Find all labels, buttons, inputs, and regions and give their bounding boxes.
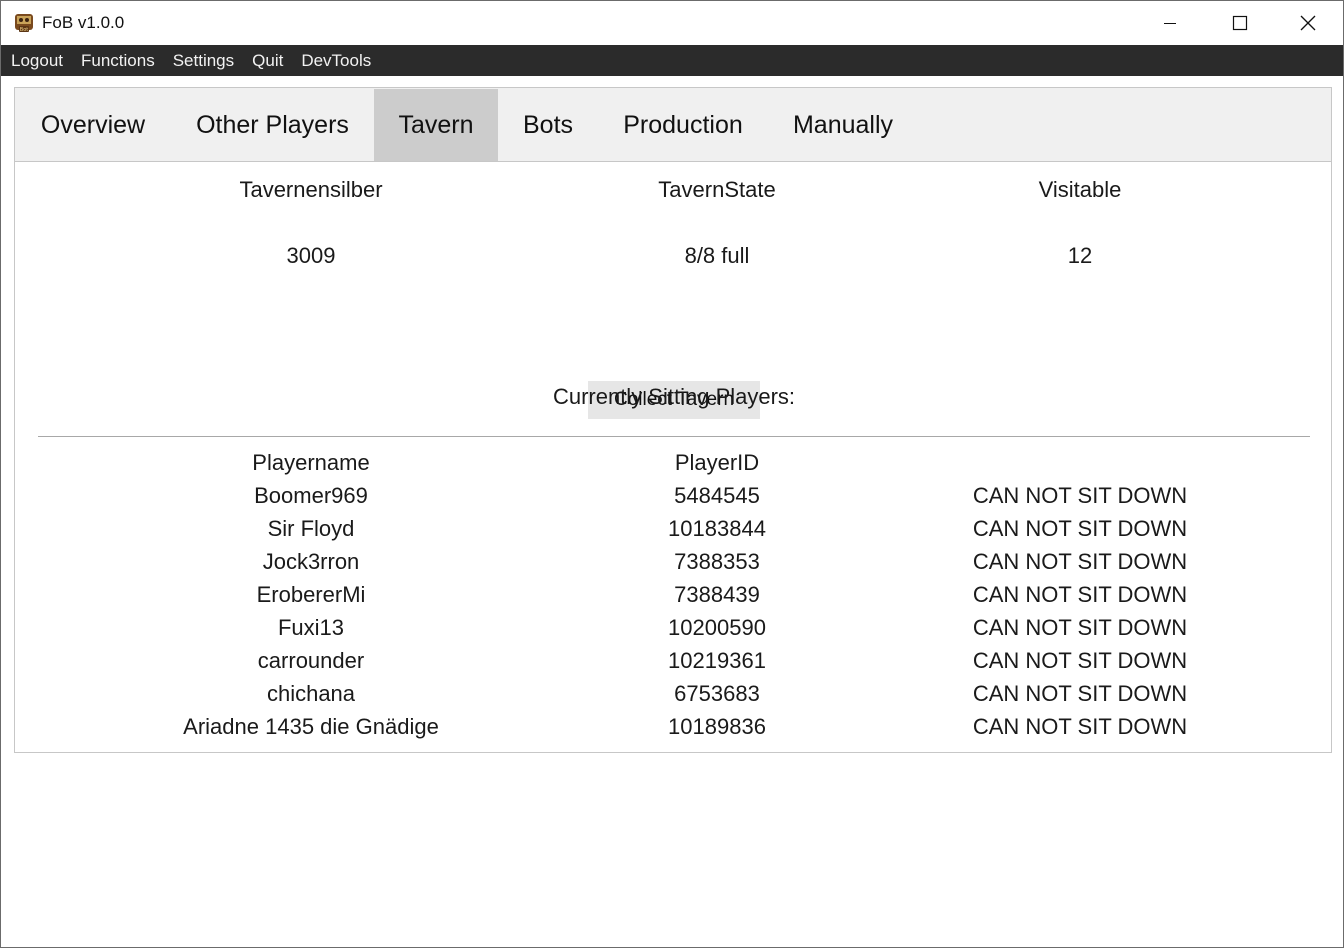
- menu-logout[interactable]: Logout: [2, 45, 72, 76]
- tab-other-players[interactable]: Other Players: [171, 89, 374, 161]
- tab-manually[interactable]: Manually: [768, 89, 918, 161]
- player-name: chichana: [266, 681, 356, 706]
- minimize-icon: [1164, 23, 1176, 24]
- player-id: 7388353: [674, 549, 760, 574]
- value-tavernensilber: 3009: [286, 243, 336, 268]
- menu-bar: Logout Functions Settings Quit DevTools: [1, 45, 1343, 76]
- player-id: 7388439: [674, 582, 760, 607]
- player-status: CAN NOT SIT DOWN: [972, 714, 1188, 739]
- window-title: FoB v1.0.0: [42, 13, 125, 32]
- tab-bots[interactable]: Bots: [498, 89, 598, 161]
- tab-production[interactable]: Production: [598, 89, 768, 161]
- close-icon: [1300, 15, 1316, 31]
- menu-functions[interactable]: Functions: [72, 45, 164, 76]
- player-status: CAN NOT SIT DOWN: [972, 681, 1188, 706]
- player-name: carrounder: [257, 648, 365, 673]
- column-header-playerid: PlayerID: [674, 450, 760, 475]
- minimize-button[interactable]: [1135, 1, 1205, 45]
- menu-settings[interactable]: Settings: [164, 45, 243, 76]
- player-status: CAN NOT SIT DOWN: [972, 549, 1188, 574]
- column-header-playername: Playername: [252, 450, 370, 475]
- tavern-content: Tavernensilber TavernState Visitable 300…: [15, 162, 1331, 752]
- player-status: CAN NOT SIT DOWN: [972, 648, 1188, 673]
- player-id: 10219361: [668, 648, 766, 673]
- player-name: Jock3rron: [262, 549, 360, 574]
- player-id: 6753683: [674, 681, 760, 706]
- app-window: Bot FoB v1.0.0 Logout Functions Settings…: [0, 0, 1344, 948]
- menu-quit[interactable]: Quit: [243, 45, 292, 76]
- tab-bar: Overview Other Players Tavern Bots Produ…: [15, 88, 1331, 162]
- sitting-players-title: Currently Sitting Players:: [552, 384, 796, 409]
- player-id: 10183844: [668, 516, 766, 541]
- tab-overview[interactable]: Overview: [15, 89, 171, 161]
- header-visitable: Visitable: [1038, 177, 1122, 202]
- player-id: 10189836: [668, 714, 766, 739]
- header-tavernensilber: Tavernensilber: [239, 177, 383, 202]
- divider: [38, 436, 1310, 437]
- player-status: CAN NOT SIT DOWN: [972, 615, 1188, 640]
- menu-devtools[interactable]: DevTools: [292, 45, 380, 76]
- player-name: Boomer969: [254, 483, 368, 508]
- player-name: Ariadne 1435 die Gnädige: [183, 714, 439, 739]
- player-name: Fuxi13: [277, 615, 345, 640]
- value-tavernstate: 8/8 full: [684, 243, 750, 268]
- player-status: CAN NOT SIT DOWN: [972, 516, 1188, 541]
- player-id: 10200590: [668, 615, 766, 640]
- player-name: Sir Floyd: [267, 516, 355, 541]
- value-visitable: 12: [1067, 243, 1093, 268]
- player-status: CAN NOT SIT DOWN: [972, 483, 1188, 508]
- player-status: CAN NOT SIT DOWN: [972, 582, 1188, 607]
- title-bar[interactable]: Bot FoB v1.0.0: [1, 1, 1343, 45]
- maximize-icon: [1232, 15, 1248, 31]
- maximize-button[interactable]: [1205, 1, 1275, 45]
- svg-text:Bot: Bot: [20, 27, 28, 33]
- header-tavernstate: TavernState: [658, 177, 776, 202]
- tab-tavern[interactable]: Tavern: [374, 89, 498, 161]
- player-name: ErobererMi: [256, 582, 366, 607]
- player-id: 5484545: [674, 483, 760, 508]
- game-logo-icon: Bot: [15, 14, 33, 33]
- tab-panel: Overview Other Players Tavern Bots Produ…: [14, 87, 1332, 753]
- close-button[interactable]: [1273, 1, 1343, 45]
